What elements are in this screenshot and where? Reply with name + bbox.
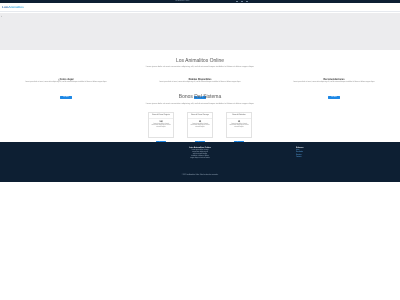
carousel-prev-icon[interactable]: ‹ bbox=[1, 14, 2, 18]
footer: Loto Animalitos Online Lorem ipsum dolor… bbox=[0, 142, 400, 182]
bono-card-registro: Bono de Primer Registro 10$ Lorem ipsum … bbox=[148, 112, 174, 144]
minimize-icon[interactable] bbox=[236, 1, 238, 2]
footer-copyright: © 2021 Loto Animalitos Online. Todos los… bbox=[181, 175, 219, 176]
hero-title: Los Animalitos Online bbox=[175, 58, 225, 64]
hero-banner: ‹ bbox=[0, 13, 400, 50]
logo-accent-text: Animalitos bbox=[8, 5, 24, 9]
feature-text: Lorem ipsum dolor sit amet, consectetur … bbox=[25, 81, 107, 83]
bono-card-recarga: Bono de Primer Recarga 5$ Lorem ipsum do… bbox=[187, 112, 213, 144]
hero-description: Lorem ipsum dolor sit amet consectetur a… bbox=[145, 66, 255, 68]
bonos-description: Lorem ipsum dolor sit amet consectetur a… bbox=[145, 103, 255, 105]
card-header: Bono de Referidos bbox=[227, 113, 251, 119]
footer-links: Enlaces Inicio Resultados Nosotros Conta… bbox=[296, 147, 336, 160]
card-description: Lorem ipsum dolor sit amet consectetur a… bbox=[190, 123, 210, 128]
close-icon[interactable] bbox=[246, 1, 248, 2]
bonos-title: Bonos Del Sistema bbox=[178, 94, 222, 100]
card-description: Lorem ipsum dolor sit amet consectetur a… bbox=[229, 123, 249, 128]
card-header: Bono de Primer Recarga bbox=[188, 113, 212, 119]
navbar: LotoAnimalitos bbox=[0, 3, 400, 12]
maximize-icon[interactable] bbox=[241, 1, 243, 2]
footer-link-contacto[interactable]: Contacto bbox=[296, 157, 336, 159]
footer-about: Loto Animalitos Online Lorem ipsum dolor… bbox=[160, 147, 240, 160]
logo[interactable]: LotoAnimalitos bbox=[2, 5, 24, 9]
feature-text: Lorem ipsum dolor sit amet, consectetur … bbox=[159, 81, 241, 83]
card-header: Bono de Primer Registro bbox=[149, 113, 173, 119]
footer-line: magna aliqua ut enim ad minim bbox=[190, 158, 210, 159]
bono-card-referidos: Bono de Referidos 2$ Lorem ipsum dolor s… bbox=[226, 112, 252, 144]
feature-text: Lorem ipsum dolor sit amet, consectetur … bbox=[293, 81, 375, 83]
card-description: Lorem ipsum dolor sit amet consectetur a… bbox=[151, 123, 171, 128]
